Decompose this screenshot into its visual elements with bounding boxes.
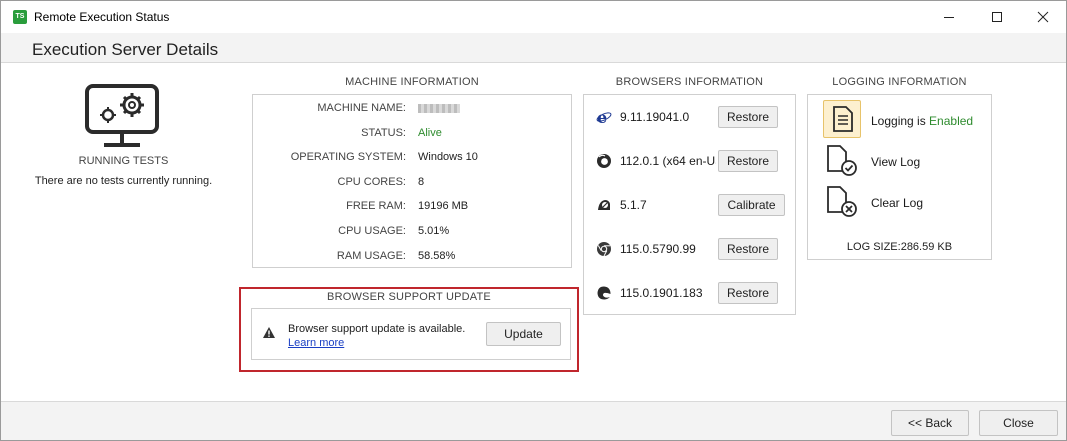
footer-bar: << Back Close xyxy=(1,401,1066,440)
machine-info-row: CPU USAGE: 5.01% xyxy=(253,225,571,241)
logging-info-heading: LOGGING INFORMATION xyxy=(832,76,967,88)
learn-more-link[interactable]: Learn more xyxy=(288,337,344,349)
warning-icon xyxy=(263,327,275,338)
machine-info-label: CPU CORES: xyxy=(337,175,406,188)
machine-info-label: CPU USAGE: xyxy=(338,225,406,237)
machine-info-label: STATUS: xyxy=(361,126,406,139)
browsers-info-heading: BROWSERS INFORMATION xyxy=(615,76,764,88)
close-dialog-button[interactable]: Close xyxy=(979,410,1058,436)
title-bar: TS Remote Execution Status xyxy=(1,1,1066,33)
machine-info-row: FREE RAM: 19196 MB xyxy=(253,200,571,216)
machine-info-value: 58.58% xyxy=(418,249,456,262)
machine-info-label: RAM USAGE: xyxy=(336,249,406,262)
browser-row: 112.0.1 (x64 en-US)Restore xyxy=(584,149,795,173)
clear-log-label: Clear Log xyxy=(871,196,924,210)
machine-info-label: OPERATING SYSTEM: xyxy=(290,151,406,164)
machine-info-label: MACHINE NAME: xyxy=(317,102,406,114)
machine-info-heading: MACHINE INFORMATION xyxy=(345,76,479,88)
machine-info-value: 8 xyxy=(418,175,425,188)
clear-log-row[interactable]: Clear Log xyxy=(808,185,991,221)
redacted-value xyxy=(418,103,460,113)
logging-status-prefix: Logging is xyxy=(871,114,930,128)
restore-button[interactable]: Restore xyxy=(718,282,778,304)
header-band: Execution Server Details xyxy=(1,33,1066,63)
machine-info-value: 5.01% xyxy=(418,225,450,237)
browser-version: 115.0.1901.183 xyxy=(620,286,703,300)
restore-button[interactable]: Restore xyxy=(718,150,778,172)
browser-support-message: Browser support update is available. xyxy=(288,323,466,335)
browser-support-highlight: BROWSER SUPPORT UPDATE Browser support u… xyxy=(239,287,579,372)
browser-version: 5.1.7 xyxy=(620,198,647,212)
browser-row: e 9.11.19041.0 Restore xyxy=(584,105,795,129)
remote-execution-window: TS Remote Execution Status Execution Ser… xyxy=(0,0,1067,441)
back-button[interactable]: << Back xyxy=(891,410,969,436)
calibrate-button[interactable]: Calibrate xyxy=(718,194,785,216)
browser-support-heading: BROWSER SUPPORT UPDATE xyxy=(327,291,491,303)
machine-info-box: MACHINE NAME: STATUS: Alive OPERATING SYSTE… xyxy=(252,94,572,268)
close-button[interactable] xyxy=(1020,1,1066,33)
machine-info-row: RAM USAGE: 58.58% xyxy=(253,250,571,266)
logging-info-box: Logging is Enabled View Log Clear Log LO… xyxy=(807,94,992,260)
log-size: LOG SIZE:286.59 KB xyxy=(846,241,953,253)
firefox-icon xyxy=(596,153,612,169)
machine-info-value: Windows 10 xyxy=(418,151,478,164)
running-tests-heading: RUNNING TESTS xyxy=(78,155,169,167)
machine-info-row: CPU CORES: 8 xyxy=(253,176,571,192)
minimize-icon xyxy=(944,17,954,18)
page-title: Execution Server Details xyxy=(32,40,219,59)
machine-info-label: FREE RAM: xyxy=(346,200,406,213)
browser-version: 9.11.19041.0 xyxy=(620,110,690,124)
machine-info-value: Alive xyxy=(418,126,442,139)
minimize-button[interactable] xyxy=(926,1,972,33)
logging-status-row[interactable]: Logging is Enabled xyxy=(808,100,991,138)
machine-info-row: OPERATING SYSTEM: Windows 10 xyxy=(253,151,571,167)
window-title: Remote Execution Status xyxy=(34,10,170,24)
maximize-button[interactable] xyxy=(974,1,1020,33)
browser-row: 115.0.1901.183 Restore xyxy=(584,281,795,305)
close-icon xyxy=(1037,11,1049,23)
edge-icon xyxy=(596,285,612,301)
update-button[interactable]: Update xyxy=(486,322,561,346)
browser-row: 5.1.7 Calibrate xyxy=(584,193,795,217)
browsers-info-box: e9.11.19041.0Restore112.0.1 (x64 en-US)R… xyxy=(583,94,796,315)
safari-icon xyxy=(596,197,612,213)
browser-version: 115.0.5790.99 xyxy=(620,242,696,256)
machine-info-value xyxy=(418,102,460,114)
app-icon: TS xyxy=(13,10,27,24)
clear-log-icon xyxy=(827,186,857,217)
logging-status-text: Logging is Enabled xyxy=(871,114,973,128)
logging-status-value: Enabled xyxy=(929,114,974,128)
logging-status-icon-wrap xyxy=(823,100,861,138)
browser-support-box: Browser support update is available. Lea… xyxy=(251,308,571,360)
maximize-icon xyxy=(992,12,1002,22)
restore-button[interactable]: Restore xyxy=(718,106,778,128)
monitor-gears-icon xyxy=(85,84,159,147)
view-log-label: View Log xyxy=(871,155,921,169)
machine-info-row: STATUS: Alive xyxy=(253,127,571,143)
machine-info-row: MACHINE NAME: xyxy=(253,102,571,118)
log-document-icon xyxy=(833,106,853,132)
browser-row: 115.0.5790.99 Restore xyxy=(584,237,795,261)
chrome-icon xyxy=(596,241,612,257)
browser-version: 112.0.1 (x64 en-US) xyxy=(620,154,716,168)
running-tests-message: There are no tests currently running. xyxy=(34,175,213,187)
restore-button[interactable]: Restore xyxy=(718,238,778,260)
running-tests-panel: RUNNING TESTS There are no tests current… xyxy=(21,81,226,191)
internet-explorer-icon: e xyxy=(596,108,612,127)
view-log-icon xyxy=(827,145,857,176)
machine-info-value: 19196 MB xyxy=(418,200,469,213)
view-log-row[interactable]: View Log xyxy=(808,144,991,180)
